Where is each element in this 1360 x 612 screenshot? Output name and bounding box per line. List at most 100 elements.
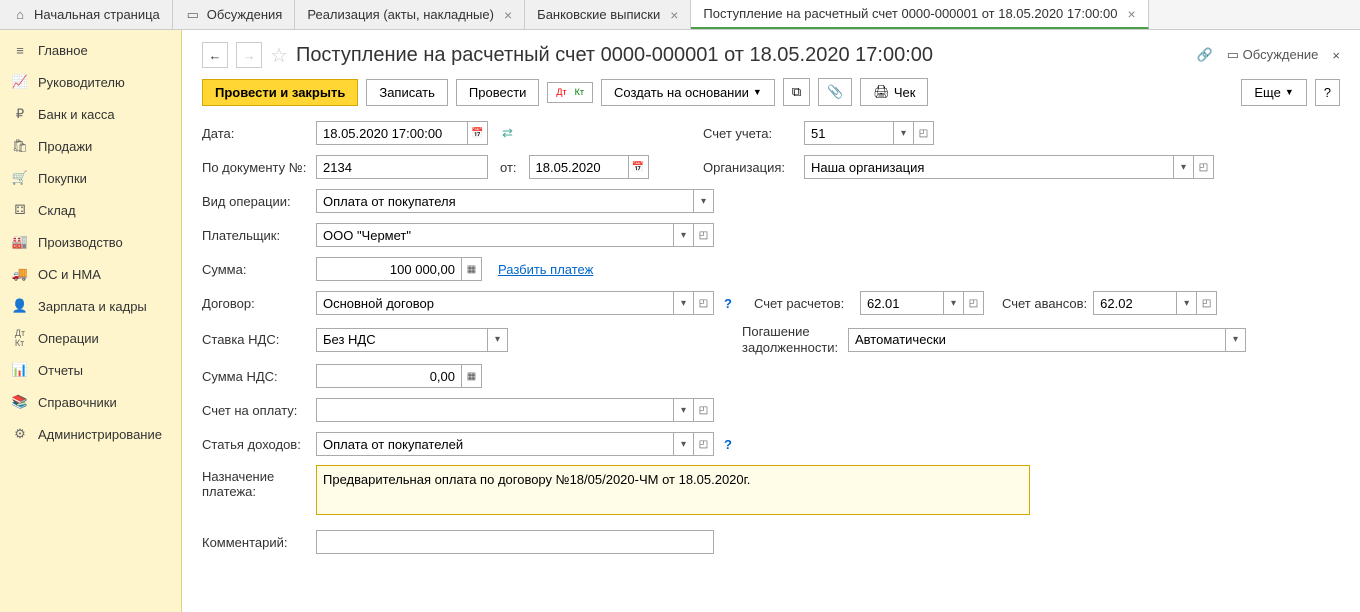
sidebar-item-catalogs[interactable]: 📚Справочники [0, 386, 181, 418]
help-icon[interactable]: ? [724, 296, 732, 311]
open-icon[interactable]: ◰ [914, 121, 934, 145]
dropdown-icon[interactable]: ▾ [674, 291, 694, 315]
sidebar-item-hr[interactable]: 👤Зарплата и кадры [0, 290, 181, 322]
sidebar-label: Отчеты [38, 363, 83, 378]
calculator-icon[interactable]: ▦ [462, 257, 482, 281]
record-button[interactable]: Записать [366, 79, 448, 106]
docnum-label: По документу №: [202, 160, 310, 175]
tab-home[interactable]: ⌂ Начальная страница [0, 0, 173, 29]
sidebar-label: Продажи [38, 139, 92, 154]
purpose-textarea[interactable] [316, 465, 1030, 515]
structure-button[interactable]: ⧉ [783, 78, 810, 106]
open-icon[interactable]: ◰ [694, 291, 714, 315]
advance-input[interactable] [1093, 291, 1177, 315]
debt-input[interactable] [848, 328, 1226, 352]
nav-forward-button[interactable]: → [236, 42, 262, 68]
vat-rate-input[interactable] [316, 328, 488, 352]
open-icon[interactable]: ◰ [694, 398, 714, 422]
dropdown-icon[interactable]: ▾ [944, 291, 964, 315]
settlement-input[interactable] [860, 291, 944, 315]
tab-realization[interactable]: Реализация (акты, накладные) × [295, 0, 525, 29]
sidebar-item-admin[interactable]: ⚙Администрирование [0, 418, 181, 450]
sidebar-item-warehouse[interactable]: ⚃Склад [0, 194, 181, 226]
calendar-icon[interactable]: 📅 [629, 155, 649, 179]
date-input[interactable] [316, 121, 468, 145]
optype-input[interactable] [316, 189, 694, 213]
sidebar-item-purchases[interactable]: 🛒Покупки [0, 162, 181, 194]
dropdown-icon[interactable]: ▾ [694, 189, 714, 213]
tab-bank-statements[interactable]: Банковские выписки × [525, 0, 691, 29]
vat-sum-input[interactable] [316, 364, 462, 388]
calculator-icon[interactable]: ▦ [462, 364, 482, 388]
sidebar-item-operations[interactable]: ДтКтОперации [0, 322, 181, 354]
more-button[interactable]: Еще ▼ [1241, 79, 1306, 106]
sidebar-label: Главное [38, 43, 88, 58]
discussion-button[interactable]: ▭ Обсуждение [1227, 47, 1319, 63]
ruble-icon: ₽ [12, 106, 28, 122]
sidebar-label: Операции [38, 331, 99, 346]
sidebar-item-manager[interactable]: 📈Руководителю [0, 66, 181, 98]
attach-button[interactable]: 📎 [818, 78, 852, 106]
sidebar-item-reports[interactable]: 📊 Отчеты [0, 354, 181, 386]
create-based-button[interactable]: Создать на основании ▼ [601, 79, 775, 106]
dropdown-icon[interactable]: ▾ [674, 398, 694, 422]
sidebar-label: Покупки [38, 171, 87, 186]
dropdown-icon[interactable]: ▾ [488, 328, 508, 352]
sidebar-item-main[interactable]: ≡ Главное [0, 34, 181, 66]
dropdown-icon[interactable]: ▾ [1226, 328, 1246, 352]
payer-input[interactable] [316, 223, 674, 247]
sidebar-label: Банк и касса [38, 107, 115, 122]
dropdown-icon[interactable]: ▾ [674, 223, 694, 247]
dropdown-icon[interactable]: ▾ [1177, 291, 1197, 315]
comment-input[interactable] [316, 530, 714, 554]
tab-discussions[interactable]: ▭ Обсуждения [173, 0, 296, 29]
sidebar-item-bank[interactable]: ₽ Банк и касса [0, 98, 181, 130]
open-icon[interactable]: ◰ [694, 223, 714, 247]
from-date-input[interactable] [529, 155, 629, 179]
sidebar-item-production[interactable]: 🏭Производство [0, 226, 181, 258]
check-button[interactable]: 🖨 Чек [860, 78, 928, 106]
menu-icon: ≡ [12, 42, 28, 58]
invoice-input[interactable] [316, 398, 674, 422]
open-icon[interactable]: ◰ [1194, 155, 1214, 179]
dropdown-icon[interactable]: ▾ [894, 121, 914, 145]
org-input[interactable] [804, 155, 1174, 179]
help-icon[interactable]: ? [724, 437, 732, 452]
tab-receipt[interactable]: Поступление на расчетный счет 0000-00000… [691, 0, 1148, 29]
gear-icon: ⚙ [12, 426, 28, 442]
open-icon[interactable]: ◰ [964, 291, 984, 315]
account-label: Счет учета: [703, 126, 798, 141]
sidebar-item-sales[interactable]: 🛍Продажи [0, 130, 181, 162]
post-close-button[interactable]: Провести и закрыть [202, 79, 358, 106]
close-icon[interactable]: × [1128, 6, 1136, 22]
calendar-icon[interactable]: 📅 [468, 121, 488, 145]
dropdown-icon[interactable]: ▾ [674, 432, 694, 456]
help-button[interactable]: ? [1315, 79, 1340, 106]
report-icon: 📊 [12, 362, 28, 378]
open-icon[interactable]: ◰ [1197, 291, 1217, 315]
favorite-icon[interactable]: ☆ [270, 43, 288, 68]
contract-label: Договор: [202, 296, 310, 311]
close-icon[interactable]: × [670, 7, 678, 23]
dtkt-button[interactable]: ДтКт [547, 82, 593, 103]
contract-input[interactable] [316, 291, 674, 315]
dropdown-icon[interactable]: ▾ [1174, 155, 1194, 179]
invoice-label: Счет на оплату: [202, 403, 310, 418]
sidebar-label: ОС и НМА [38, 267, 101, 282]
date-label: Дата: [202, 126, 310, 141]
sidebar-item-assets[interactable]: 🚚ОС и НМА [0, 258, 181, 290]
open-icon[interactable]: ◰ [694, 432, 714, 456]
close-icon[interactable]: × [504, 7, 512, 23]
sum-input[interactable] [316, 257, 462, 281]
income-input[interactable] [316, 432, 674, 456]
post-button[interactable]: Провести [456, 79, 540, 106]
org-label: Организация: [703, 160, 798, 175]
transfer-icon[interactable]: ⇄ [502, 125, 513, 141]
split-payment-link[interactable]: Разбить платеж [498, 262, 593, 277]
link-icon[interactable]: 🔗 [1197, 47, 1213, 63]
account-input[interactable] [804, 121, 894, 145]
docnum-input[interactable] [316, 155, 488, 179]
close-icon[interactable]: × [1332, 48, 1340, 63]
optype-label: Вид операции: [202, 194, 310, 209]
nav-back-button[interactable]: ← [202, 42, 228, 68]
